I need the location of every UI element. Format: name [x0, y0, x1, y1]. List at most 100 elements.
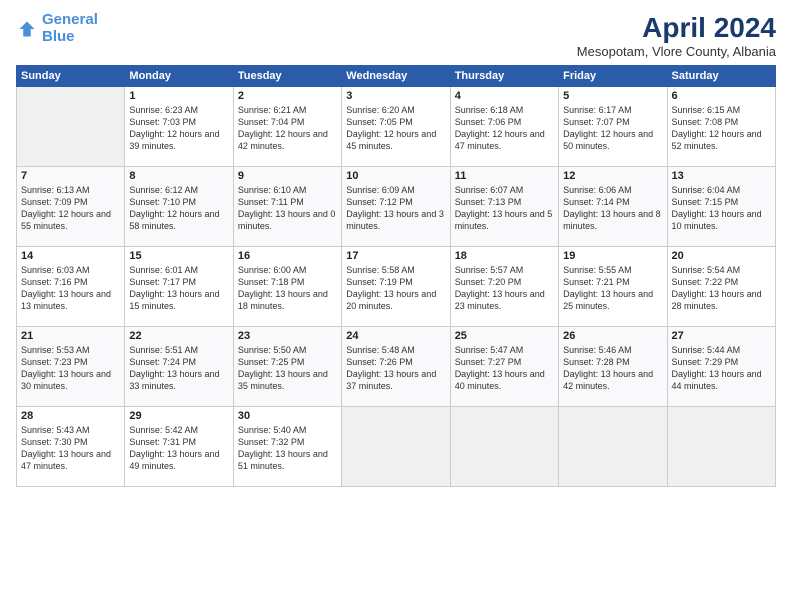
cell-info: Sunrise: 5:57 AMSunset: 7:20 PMDaylight:…	[455, 264, 554, 313]
cell-info: Sunrise: 6:04 AMSunset: 7:15 PMDaylight:…	[672, 184, 771, 233]
header-cell-thursday: Thursday	[450, 66, 558, 87]
header-cell-sunday: Sunday	[17, 66, 125, 87]
logo: General Blue	[16, 12, 98, 45]
day-number: 5	[563, 90, 662, 102]
cell-info: Sunrise: 6:07 AMSunset: 7:13 PMDaylight:…	[455, 184, 554, 233]
cell-info: Sunrise: 6:20 AMSunset: 7:05 PMDaylight:…	[346, 104, 445, 153]
location-title: Mesopotam, Vlore County, Albania	[577, 44, 776, 59]
calendar-cell: 2Sunrise: 6:21 AMSunset: 7:04 PMDaylight…	[233, 87, 341, 167]
day-number: 21	[21, 330, 120, 342]
cell-info: Sunrise: 6:09 AMSunset: 7:12 PMDaylight:…	[346, 184, 445, 233]
calendar-cell	[342, 407, 450, 487]
cell-info: Sunrise: 5:55 AMSunset: 7:21 PMDaylight:…	[563, 264, 662, 313]
day-number: 18	[455, 250, 554, 262]
week-row-4: 28 Sunrise: 5:43 AMSunset: 7:30 PMDayligh…	[17, 407, 776, 487]
cell-info: Sunrise: 5:47 AMSunset: 7:27 PMDaylight:…	[455, 344, 554, 393]
cell-info: Sunrise: 6:03 AMSunset: 7:16 PMDaylight:…	[21, 264, 120, 313]
day-number: 20	[672, 250, 771, 262]
cell-info: Sunrise: 6:10 AMSunset: 7:11 PMDaylight:…	[238, 184, 337, 233]
day-number: 8	[129, 170, 228, 182]
day-number: 19	[563, 250, 662, 262]
calendar-cell: 24 Sunrise: 5:48 AMSunset: 7:26 PMDayligh…	[342, 327, 450, 407]
day-number: 2	[238, 90, 337, 102]
header-cell-friday: Friday	[559, 66, 667, 87]
cell-info: Sunrise: 5:54 AMSunset: 7:22 PMDaylight:…	[672, 264, 771, 313]
day-number: 26	[563, 330, 662, 342]
calendar-table: SundayMondayTuesdayWednesdayThursdayFrid…	[16, 65, 776, 487]
day-number: 9	[238, 170, 337, 182]
day-number: 29	[129, 410, 228, 422]
calendar-cell: 5 Sunrise: 6:17 AMSunset: 7:07 PMDaylight…	[559, 87, 667, 167]
day-number: 6	[672, 90, 771, 102]
day-number: 23	[238, 330, 337, 342]
header-row: SundayMondayTuesdayWednesdayThursdayFrid…	[17, 66, 776, 87]
day-number: 4	[455, 90, 554, 102]
day-number: 15	[129, 250, 228, 262]
cell-info: Sunrise: 6:23 AMSunset: 7:03 PMDaylight:…	[129, 104, 228, 153]
cell-info: Sunrise: 5:51 AMSunset: 7:24 PMDaylight:…	[129, 344, 228, 393]
calendar-cell: 20 Sunrise: 5:54 AMSunset: 7:22 PMDayligh…	[667, 247, 775, 327]
cell-info: Sunrise: 5:42 AMSunset: 7:31 PMDaylight:…	[129, 424, 228, 473]
cell-info: Sunrise: 6:13 AMSunset: 7:09 PMDaylight:…	[21, 184, 120, 233]
calendar-cell	[559, 407, 667, 487]
header-cell-tuesday: Tuesday	[233, 66, 341, 87]
day-number: 7	[21, 170, 120, 182]
calendar-cell: 9 Sunrise: 6:10 AMSunset: 7:11 PMDaylight…	[233, 167, 341, 247]
calendar-cell: 10 Sunrise: 6:09 AMSunset: 7:12 PMDayligh…	[342, 167, 450, 247]
calendar-cell: 28 Sunrise: 5:43 AMSunset: 7:30 PMDayligh…	[17, 407, 125, 487]
calendar-cell: 17Sunrise: 5:58 AMSunset: 7:19 PMDayligh…	[342, 247, 450, 327]
calendar-cell: 19 Sunrise: 5:55 AMSunset: 7:21 PMDayligh…	[559, 247, 667, 327]
cell-info: Sunrise: 5:43 AMSunset: 7:30 PMDaylight:…	[21, 424, 120, 473]
cell-info: Sunrise: 5:40 AMSunset: 7:32 PMDaylight:…	[238, 424, 337, 473]
cell-info: Sunrise: 5:48 AMSunset: 7:26 PMDaylight:…	[346, 344, 445, 393]
day-number: 25	[455, 330, 554, 342]
calendar-cell: 12 Sunrise: 6:06 AMSunset: 7:14 PMDayligh…	[559, 167, 667, 247]
cell-info: Sunrise: 6:17 AMSunset: 7:07 PMDaylight:…	[563, 104, 662, 153]
day-number: 28	[21, 410, 120, 422]
logo-text: General Blue	[42, 12, 98, 45]
calendar-cell: 18 Sunrise: 5:57 AMSunset: 7:20 PMDayligh…	[450, 247, 558, 327]
day-number: 10	[346, 170, 445, 182]
logo-icon	[18, 20, 36, 38]
calendar-cell: 23 Sunrise: 5:50 AMSunset: 7:25 PMDayligh…	[233, 327, 341, 407]
cell-info: Sunrise: 5:46 AMSunset: 7:28 PMDaylight:…	[563, 344, 662, 393]
day-number: 3	[346, 90, 445, 102]
calendar-cell: 30Sunrise: 5:40 AMSunset: 7:32 PMDayligh…	[233, 407, 341, 487]
week-row-1: 7 Sunrise: 6:13 AMSunset: 7:09 PMDaylight…	[17, 167, 776, 247]
calendar-cell	[667, 407, 775, 487]
day-number: 16	[238, 250, 337, 262]
cell-info: Sunrise: 6:01 AMSunset: 7:17 PMDaylight:…	[129, 264, 228, 313]
calendar-cell: 1Sunrise: 6:23 AMSunset: 7:03 PMDaylight…	[125, 87, 233, 167]
calendar-cell: 26 Sunrise: 5:46 AMSunset: 7:28 PMDayligh…	[559, 327, 667, 407]
calendar-cell: 4 Sunrise: 6:18 AMSunset: 7:06 PMDaylight…	[450, 87, 558, 167]
day-number: 11	[455, 170, 554, 182]
month-title: April 2024	[577, 12, 776, 44]
calendar-cell: 11 Sunrise: 6:07 AMSunset: 7:13 PMDayligh…	[450, 167, 558, 247]
logo-general: General	[42, 11, 98, 28]
day-number: 24	[346, 330, 445, 342]
calendar-cell: 29 Sunrise: 5:42 AMSunset: 7:31 PMDayligh…	[125, 407, 233, 487]
calendar-cell: 6 Sunrise: 6:15 AMSunset: 7:08 PMDaylight…	[667, 87, 775, 167]
cell-info: Sunrise: 6:06 AMSunset: 7:14 PMDaylight:…	[563, 184, 662, 233]
cell-info: Sunrise: 6:18 AMSunset: 7:06 PMDaylight:…	[455, 104, 554, 153]
calendar-cell: 22 Sunrise: 5:51 AMSunset: 7:24 PMDayligh…	[125, 327, 233, 407]
header-cell-saturday: Saturday	[667, 66, 775, 87]
cell-info: Sunrise: 5:50 AMSunset: 7:25 PMDaylight:…	[238, 344, 337, 393]
logo-blue: Blue	[42, 28, 75, 45]
day-number: 12	[563, 170, 662, 182]
calendar-cell	[17, 87, 125, 167]
calendar-cell: 27Sunrise: 5:44 AMSunset: 7:29 PMDayligh…	[667, 327, 775, 407]
week-row-3: 21 Sunrise: 5:53 AMSunset: 7:23 PMDayligh…	[17, 327, 776, 407]
day-number: 17	[346, 250, 445, 262]
header: General Blue April 2024 Mesopotam, Vlore…	[16, 12, 776, 59]
calendar-cell: 7 Sunrise: 6:13 AMSunset: 7:09 PMDaylight…	[17, 167, 125, 247]
cell-info: Sunrise: 5:44 AMSunset: 7:29 PMDaylight:…	[672, 344, 771, 393]
cell-info: Sunrise: 6:00 AMSunset: 7:18 PMDaylight:…	[238, 264, 337, 313]
calendar-cell: 13Sunrise: 6:04 AMSunset: 7:15 PMDayligh…	[667, 167, 775, 247]
calendar-cell: 16 Sunrise: 6:00 AMSunset: 7:18 PMDayligh…	[233, 247, 341, 327]
header-cell-wednesday: Wednesday	[342, 66, 450, 87]
day-number: 22	[129, 330, 228, 342]
cell-info: Sunrise: 5:53 AMSunset: 7:23 PMDaylight:…	[21, 344, 120, 393]
cell-info: Sunrise: 6:15 AMSunset: 7:08 PMDaylight:…	[672, 104, 771, 153]
day-number: 14	[21, 250, 120, 262]
